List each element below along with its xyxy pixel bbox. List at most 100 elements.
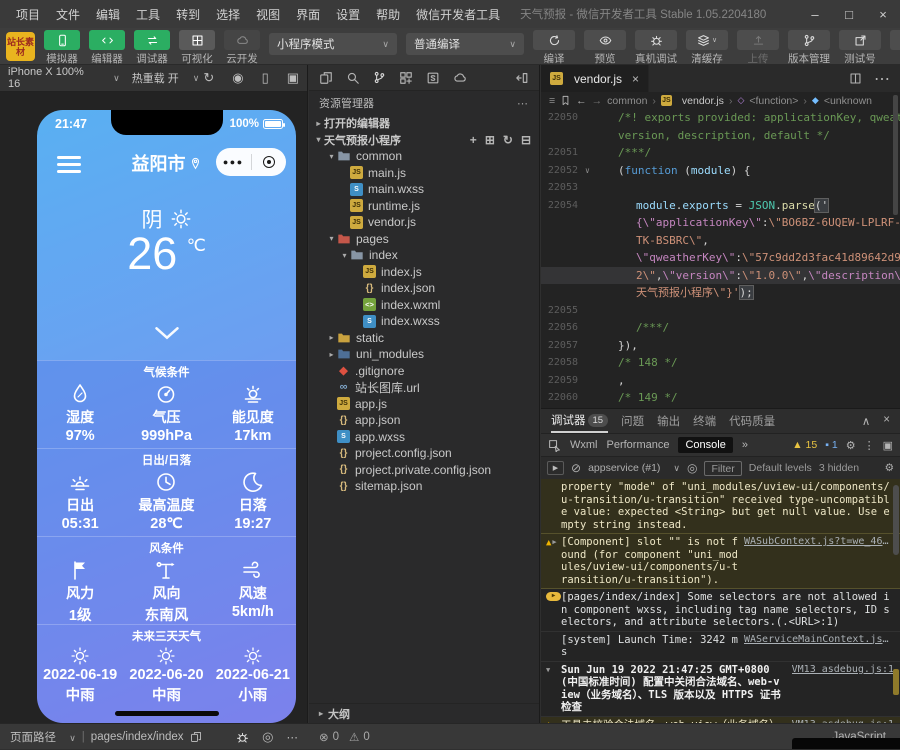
close-button[interactable]: × [866, 0, 900, 28]
code-line[interactable]: \"qweatherKey\":\"57c9dd2d3fac41d89642d9… [541, 249, 900, 267]
eye-icon[interactable]: ◎ [687, 461, 697, 475]
info-count[interactable]: ▪ 1 [825, 439, 837, 451]
extensions-icon[interactable] [399, 71, 413, 85]
source-link[interactable]: WAServiceMainContext.js:2 [744, 634, 894, 647]
console-message-4[interactable]: ▼Sun Jun 19 2022 21:47:25 GMT+0800 (中国标准… [541, 662, 900, 717]
crumb-folder[interactable]: common [607, 95, 647, 107]
menu-item-4[interactable]: 转到 [168, 6, 208, 23]
maximize-button[interactable]: □ [832, 0, 866, 28]
tree-item-index[interactable]: ▾index [309, 247, 539, 264]
context-select[interactable]: appservice (#1) ∨ [588, 462, 680, 474]
console-message-0[interactable]: property "mode" of "uni_modules/uview-ui… [541, 479, 900, 534]
tab-output[interactable]: 输出 [657, 413, 680, 429]
tree-item-main.wxss[interactable]: Smain.wxss [309, 181, 539, 198]
files-icon[interactable] [319, 71, 333, 85]
tab-wxml[interactable]: Wxml [570, 439, 598, 451]
device-frame-icon[interactable]: ▯ [262, 70, 269, 86]
toolbar-layers-button[interactable]: ∨清缓存 [686, 30, 728, 66]
tree-item-index.js[interactable]: JSindex.js [309, 264, 539, 281]
page-path-select[interactable]: 页面路径 ∨ [10, 729, 76, 745]
source-link[interactable]: WASubContext.js?t=we_46437460&v=2.24.6:2 [744, 536, 894, 549]
code-line[interactable]: 22057}), [541, 337, 900, 355]
hot-reload-toggle[interactable]: 热重载 开 [132, 70, 179, 86]
toolbar-upload-button[interactable]: 上传 [737, 30, 779, 66]
crumb-file[interactable]: vendor.js [682, 95, 724, 107]
close-icon[interactable]: × [883, 414, 890, 428]
code-line[interactable]: 2\",\"version\":\"1.0.0\",\"description\… [541, 267, 900, 285]
tree-item-common[interactable]: ▾common [309, 148, 539, 165]
console-message-2[interactable]: ▶[pages/index/index] Some selectors are … [541, 589, 900, 632]
toolbar-cloud-button[interactable]: 云开发 [224, 30, 260, 66]
menu-item-3[interactable]: 工具 [128, 6, 168, 23]
record-icon[interactable]: ◉ [232, 70, 243, 86]
fold-icon[interactable]: ∨ [585, 162, 596, 180]
tab-performance[interactable]: Performance [607, 439, 670, 451]
mode-select[interactable]: 小程序模式 ∨ [269, 33, 397, 55]
expand-icon[interactable]: ▶ [552, 537, 556, 548]
tree-item-.url[interactable]: ∞站长图库.url [309, 379, 539, 396]
source-link[interactable]: VM13 asdebug.js:1 [792, 664, 894, 677]
tree-item-index.wxml[interactable]: <>index.wxml [309, 297, 539, 314]
chevron-down-icon[interactable] [37, 326, 296, 340]
toolbar-swap-button[interactable]: 调试器 [134, 30, 170, 66]
tab-terminal[interactable]: 终端 [693, 413, 716, 429]
source-control-icon[interactable] [373, 71, 386, 84]
tree-item-project.private.config.json[interactable]: {}project.private.config.json [309, 462, 539, 479]
tree-item-app.wxss[interactable]: Sapp.wxss [309, 429, 539, 446]
code-line[interactable]: version, description, default */ [541, 127, 900, 145]
open-editors-section[interactable]: ▸ 打开的编辑器 [309, 115, 539, 132]
eye-icon[interactable]: ◎ [262, 729, 273, 745]
back-icon[interactable]: ← [576, 95, 587, 107]
editor-scrollbar[interactable] [893, 95, 898, 215]
crumb-unknown[interactable]: <unknown [824, 95, 872, 107]
code-line[interactable]: 22055 [541, 302, 900, 320]
dock-icon[interactable]: ▣ [883, 439, 893, 452]
inspect-icon[interactable] [548, 439, 561, 452]
toolbar-list-button[interactable]: 详情 [890, 30, 900, 66]
console-output[interactable]: property "mode" of "uni_modules/uview-ui… [541, 479, 900, 723]
clear-console-icon[interactable]: ⊘ [571, 461, 581, 475]
code-line[interactable]: 22058/* 148 */ [541, 354, 900, 372]
tree-item-index.json[interactable]: {}index.json [309, 280, 539, 297]
bug-icon[interactable] [236, 731, 249, 744]
tree-item-app.json[interactable]: {}app.json [309, 412, 539, 429]
new-folder-icon[interactable]: ⊞ [485, 133, 495, 147]
toolbar-branch-button[interactable]: 版本管理 [788, 30, 830, 66]
warnings-icon[interactable]: ⚠ [349, 730, 359, 744]
tree-item-static[interactable]: ▸static [309, 330, 539, 347]
menu-item-5[interactable]: 选择 [208, 6, 248, 23]
more-icon[interactable]: ⋯ [874, 69, 890, 89]
tree-item-runtime.js[interactable]: JSruntime.js [309, 198, 539, 215]
project-root[interactable]: ▾ 天气预报小程序 +⊞↻⊟ [309, 132, 539, 149]
menu-item-10[interactable]: 微信开发者工具 [408, 6, 508, 23]
tree-item-project.config.json[interactable]: {}project.config.json [309, 445, 539, 462]
tab-problems[interactable]: 问题 [621, 413, 644, 429]
tree-item-pages[interactable]: ▾pages [309, 231, 539, 248]
toolbar-refresh-button[interactable]: 编译 [533, 30, 575, 66]
tree-item-uni_modules[interactable]: ▸uni_modules [309, 346, 539, 363]
tree-item-app.js[interactable]: JSapp.js [309, 396, 539, 413]
tree-item-index.wxss[interactable]: Sindex.wxss [309, 313, 539, 330]
gear-icon[interactable]: ⚙ [885, 462, 894, 474]
code-line[interactable]: 22052∨(function (module) { [541, 162, 900, 180]
toolbar-phone-button[interactable]: 模拟器 [44, 30, 80, 66]
filter-input[interactable]: Filter [704, 461, 741, 476]
menu-item-9[interactable]: 帮助 [368, 6, 408, 23]
collapse-panel-icon[interactable]: ∧ [862, 414, 870, 428]
outline-section[interactable]: ▸ 大纲 [309, 703, 539, 723]
tab-code-quality[interactable]: 代码质量 [729, 413, 775, 429]
toolbar-eye-button[interactable]: 预览 [584, 30, 626, 66]
bookmark-icon[interactable] [560, 95, 571, 106]
menu-item-1[interactable]: 文件 [48, 6, 88, 23]
kebab-menu-icon[interactable]: ⋮ [864, 439, 875, 452]
log-levels-select[interactable]: Default levels [749, 462, 812, 474]
code-area[interactable]: 22050/*! exports provided: applicationKe… [541, 109, 900, 408]
menu-item-0[interactable]: 项目 [8, 6, 48, 23]
split-editor-icon[interactable] [849, 69, 862, 89]
errors-icon[interactable]: ⊗ [319, 730, 329, 744]
search-icon[interactable] [346, 71, 360, 85]
tab-vendor-js[interactable]: JS vendor.js × [541, 65, 649, 92]
tree-item-.gitignore[interactable]: ◆.gitignore [309, 363, 539, 380]
crumb-function[interactable]: <function> [749, 95, 798, 107]
minimize-button[interactable]: – [798, 0, 832, 28]
